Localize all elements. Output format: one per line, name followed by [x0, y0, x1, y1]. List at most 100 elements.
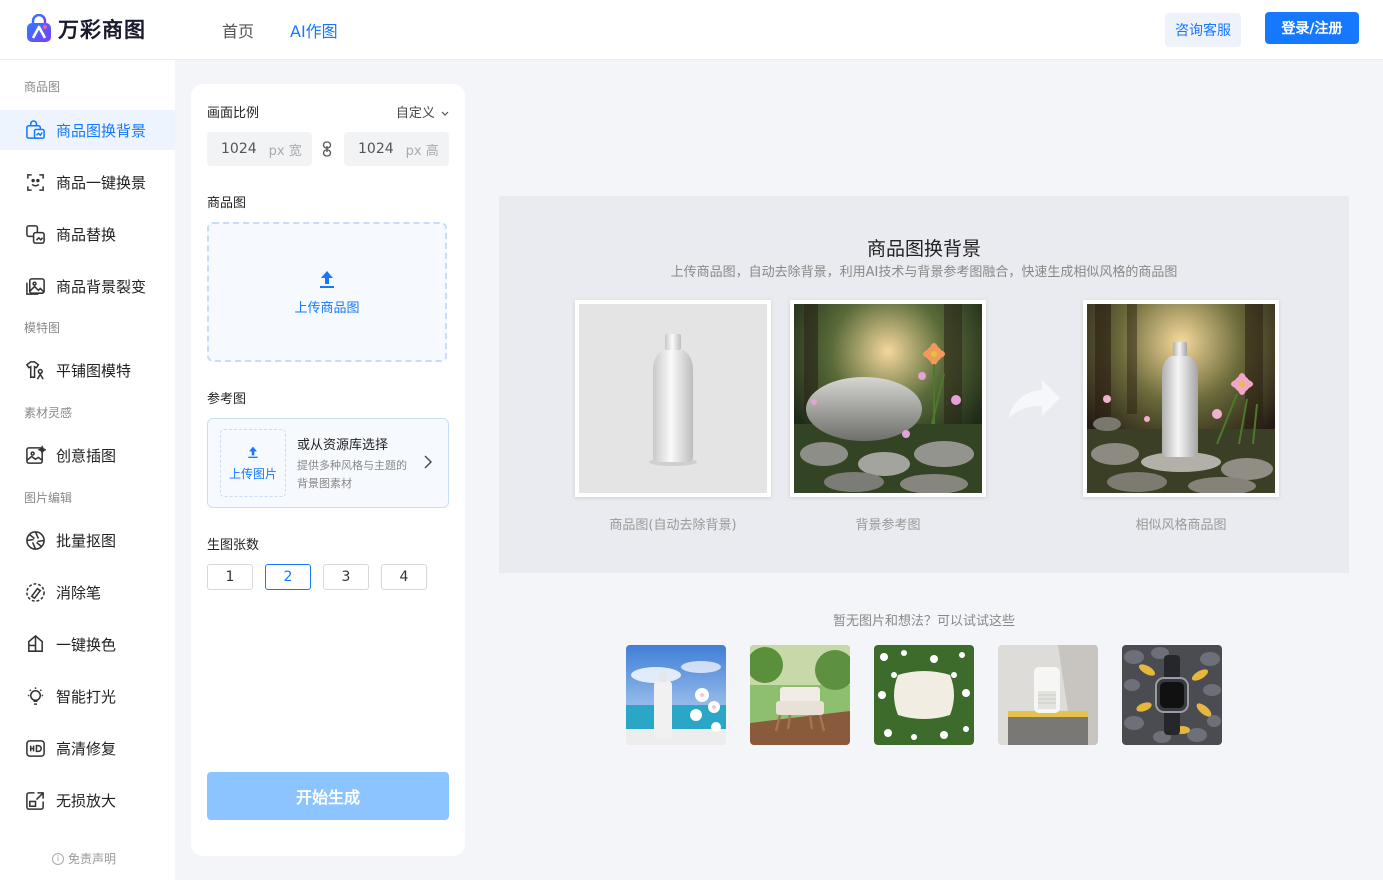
- flower-pillow-image[interactable]: [874, 645, 974, 745]
- info-icon: i: [52, 852, 64, 865]
- demo-area: 商品图换背景 上传商品图，自动去除背景，利用AI技术与背景参考图融合，快速生成相…: [499, 196, 1349, 573]
- sidebar-item-label: 高清修复: [56, 739, 117, 758]
- watch-pebbles-image[interactable]: [1122, 645, 1222, 745]
- suggestions-title: 暂无图片和想法？可以试试这些: [832, 614, 1015, 629]
- nav-ai-draw[interactable]: AI作图: [290, 18, 338, 42]
- images-icon: [24, 275, 46, 297]
- scan-smile-icon: [24, 171, 46, 193]
- nav-home[interactable]: 首页: [222, 18, 254, 42]
- generate-button[interactable]: 开始生成: [207, 772, 449, 820]
- count-option-4[interactable]: 4: [381, 564, 427, 590]
- height-value: 1024: [358, 141, 394, 157]
- count-label: 生图张数: [207, 538, 260, 553]
- height-input[interactable]: 1024 px 高: [344, 132, 449, 166]
- product-image-label: 商品图: [207, 196, 247, 211]
- caption-reference: 背景参考图: [855, 518, 921, 533]
- sidebar-item-label: 批量抠图: [56, 531, 117, 550]
- hd-icon: [24, 737, 46, 759]
- sidebar-item-hd-repair[interactable]: 高清修复: [0, 728, 175, 768]
- demo-product-image: [575, 300, 771, 497]
- width-input[interactable]: 1024 px 宽: [207, 132, 312, 166]
- sidebar: 商品图 商品图换背景 商品一键换景 商品替换 商品背景裂变 模特图 平铺图模特 …: [0, 60, 175, 880]
- count-option-1[interactable]: 1: [207, 564, 253, 590]
- ratio-select[interactable]: 自定义: [396, 102, 449, 121]
- sidebar-group-material: 素材灵感: [24, 406, 73, 420]
- sidebar-item-product-background[interactable]: 商品图换背景: [0, 110, 175, 150]
- upload-reference-button[interactable]: 上传图片: [220, 429, 286, 497]
- aperture-icon: [24, 529, 46, 551]
- sidebar-group-model: 模特图: [24, 321, 61, 335]
- disclaimer-link[interactable]: i 免责声明: [52, 850, 116, 867]
- sidebar-group-product: 商品图: [24, 80, 61, 94]
- upload-icon: [248, 446, 258, 458]
- reference-label: 参考图: [207, 392, 247, 407]
- eraser-circle-icon: [24, 581, 46, 603]
- sidebar-item-label: 创意插图: [56, 446, 117, 465]
- caption-product: 商品图(自动去除背景): [609, 518, 737, 533]
- sidebar-item-label: 智能打光: [56, 687, 117, 706]
- disclaimer-label: 免责声明: [68, 852, 117, 866]
- color-swap-icon: [24, 633, 46, 655]
- sidebar-item-label: 商品背景裂变: [56, 277, 147, 296]
- sidebar-item-color-swap[interactable]: 一键换色: [0, 624, 175, 664]
- sidebar-item-lossless-enlarge[interactable]: 无损放大: [0, 780, 175, 820]
- width-value: 1024: [221, 141, 257, 157]
- sidebar-item-label: 无损放大: [56, 791, 117, 810]
- height-unit: px 高: [405, 143, 439, 159]
- upload-icon: [320, 270, 334, 288]
- chevron-right-icon: [424, 455, 432, 469]
- sidebar-item-label: 商品一键换景: [56, 173, 147, 192]
- ratio-label: 画面比例: [207, 106, 260, 121]
- chevron-down-icon: [441, 111, 449, 116]
- link-ratio-icon[interactable]: [322, 141, 332, 157]
- header: 万彩商图 首页 AI作图 咨询客服 登录/注册: [0, 0, 1383, 60]
- logo[interactable]: 万彩商图: [24, 13, 146, 44]
- sidebar-item-flat-model[interactable]: 平铺图模特: [0, 350, 175, 390]
- creative-image-icon: [24, 444, 46, 466]
- count-options: 1 2 3 4: [207, 564, 439, 590]
- caption-result: 相似风格商品图: [1135, 518, 1227, 533]
- sidebar-item-smart-lighting[interactable]: 智能打光: [0, 676, 175, 716]
- sidebar-item-product-replace[interactable]: 商品替换: [0, 214, 175, 254]
- sidebar-item-background-fission[interactable]: 商品背景裂变: [0, 266, 175, 306]
- count-option-3[interactable]: 3: [323, 564, 369, 590]
- ratio-value: 自定义: [395, 106, 435, 121]
- replace-icon: [24, 223, 46, 245]
- sidebar-item-label: 商品替换: [56, 225, 117, 244]
- demo-title: 商品图换背景: [866, 238, 981, 260]
- bulb-icon: [24, 685, 46, 707]
- sidebar-item-label: 平铺图模特: [56, 361, 132, 380]
- demo-subtitle: 上传商品图，自动去除背景，利用AI技术与背景参考图融合，快速生成相似风格的商品图: [670, 265, 1178, 280]
- garden-chair-image[interactable]: [750, 645, 850, 745]
- arrow-right-icon: [1008, 380, 1060, 418]
- sidebar-item-eraser[interactable]: 消除笔: [0, 572, 175, 612]
- sidebar-item-batch-cutout[interactable]: 批量抠图: [0, 520, 175, 560]
- logo-bag-icon: [24, 13, 54, 44]
- login-register-button[interactable]: 登录/注册: [1265, 12, 1359, 44]
- sidebar-item-one-click-scene[interactable]: 商品一键换景: [0, 162, 175, 202]
- shirt-model-icon: [24, 359, 46, 381]
- beach-bottle-image[interactable]: [626, 645, 726, 745]
- sidebar-item-label: 消除笔: [56, 583, 102, 602]
- width-unit: px 宽: [268, 143, 302, 159]
- library-desc: 提供多种风格与主题的背景图素材: [297, 459, 407, 490]
- purifier-image[interactable]: [998, 645, 1098, 745]
- count-option-2[interactable]: 2: [265, 564, 311, 590]
- upload-product-area[interactable]: 上传商品图: [207, 222, 447, 362]
- sidebar-item-creative-illustration[interactable]: 创意插图: [0, 435, 175, 475]
- config-panel: 画面比例 自定义 1024 px 宽 1024 px 高 商品图 上传商品图 参…: [191, 84, 465, 856]
- reference-picker[interactable]: 上传图片 或从资源库选择 提供多种风格与主题的背景图素材: [207, 418, 449, 508]
- sidebar-item-label: 商品图换背景: [56, 121, 147, 140]
- demo-result-image: [1083, 300, 1279, 497]
- top-nav: 首页 AI作图: [222, 18, 374, 42]
- sidebar-group-edit: 图片编辑: [24, 491, 73, 505]
- upload-product-label: 上传商品图: [294, 300, 360, 316]
- consult-button[interactable]: 咨询客服: [1165, 13, 1241, 47]
- enlarge-icon: [24, 789, 46, 811]
- demo-reference-image: [790, 300, 986, 497]
- logo-text: 万彩商图: [58, 18, 146, 42]
- sidebar-item-label: 一键换色: [56, 635, 117, 654]
- bag-swap-icon: [24, 119, 46, 141]
- library-title: 或从资源库选择: [297, 438, 389, 453]
- upload-reference-label: 上传图片: [228, 466, 277, 481]
